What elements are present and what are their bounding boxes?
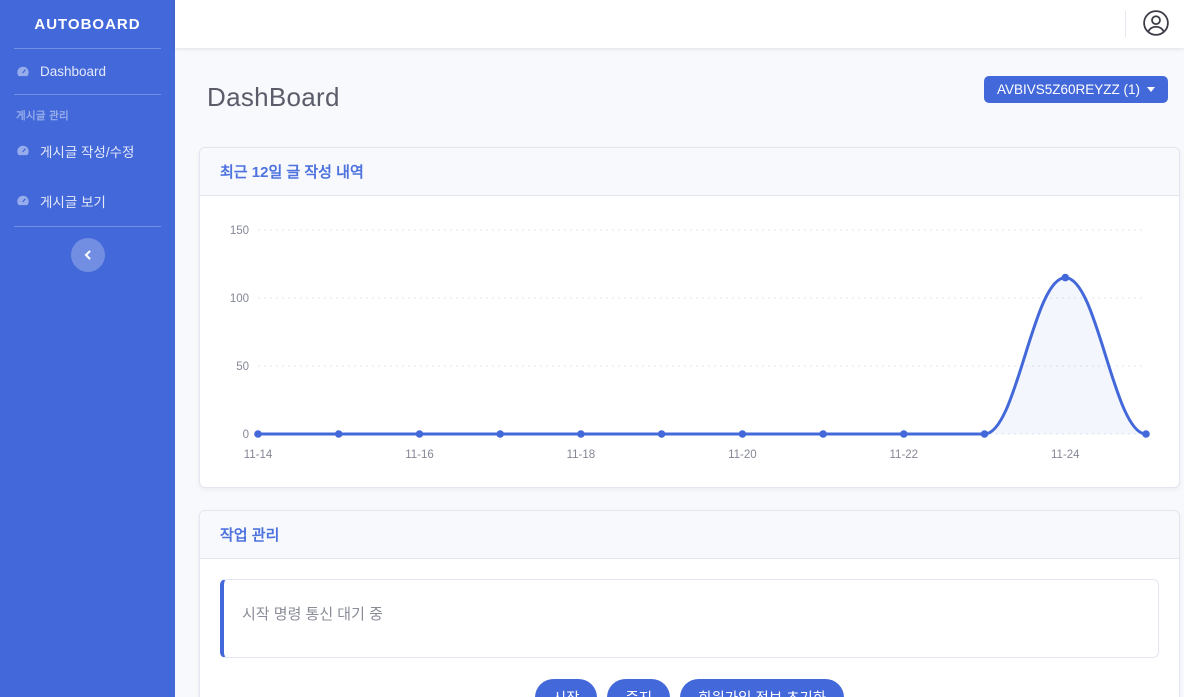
job-management-card: 작업 관리 시작 명령 통신 대기 중 시작 중지 회원가입 정보 초기화 [199,510,1180,697]
job-buttons-row: 시작 중지 회원가입 정보 초기화 [220,679,1159,697]
svg-text:50: 50 [236,361,249,373]
svg-text:11-24: 11-24 [1051,449,1080,461]
svg-text:11-16: 11-16 [405,449,434,461]
job-status-box: 시작 명령 통신 대기 중 [220,579,1159,658]
svg-text:11-18: 11-18 [567,449,596,461]
svg-text:0: 0 [243,429,249,441]
job-management-card-body: 시작 명령 통신 대기 중 시작 중지 회원가입 정보 초기화 [200,559,1179,697]
sidebar-item-post-edit[interactable]: 게시글 작성/수정 [0,126,175,176]
tachometer-icon [16,65,30,79]
recent-posts-card: 최근 12일 글 작성 내역 0 50 100 150 11-14 11-16 11-18 1… [199,147,1180,488]
tachometer-icon [16,194,30,208]
recent-posts-card-body: 0 50 100 150 11-14 11-16 11-18 11-20 11-22 11-24 [200,196,1179,487]
svg-text:150: 150 [230,225,249,237]
recent-posts-card-title: 최근 12일 글 작성 내역 [200,148,1179,196]
sidebar-collapse-row [0,227,175,283]
main-column: DashBoard AVBIVS5Z60REYZZ (1) 최근 12일 글 작… [175,0,1184,697]
sidebar-section-heading: 게시글 관리 [0,95,175,126]
start-button[interactable]: 시작 [535,679,598,697]
account-dropdown-button[interactable]: AVBIVS5Z60REYZZ (1) [984,76,1168,103]
sidebar-collapse-button[interactable] [71,238,105,272]
svg-text:11-22: 11-22 [890,449,919,461]
caret-down-icon [1147,87,1155,92]
user-circle-icon [1142,9,1170,40]
reset-signup-info-button[interactable]: 회원가입 정보 초기화 [680,679,844,697]
job-status-text: 시작 명령 통신 대기 중 [242,606,383,623]
posts-line-chart: 0 50 100 150 11-14 11-16 11-18 11-20 11-22 11-24 [212,210,1167,477]
topbar [175,0,1184,48]
job-management-card-title: 작업 관리 [200,511,1179,559]
page-title: DashBoard [207,82,340,113]
svg-text:11-20: 11-20 [728,449,757,461]
sidebar: AUTOBOARD Dashboard 게시글 관리 게시글 작성/수정 [0,0,175,697]
svg-text:100: 100 [230,293,249,305]
sidebar-item-label: 게시글 작성/수정 [40,141,134,161]
tachometer-icon [16,144,30,158]
chevron-left-icon [83,248,93,263]
page-header-row: DashBoard AVBIVS5Z60REYZZ (1) [207,76,1168,113]
app-window: AUTOBOARD Dashboard 게시글 관리 게시글 작성/수정 [0,0,1184,697]
sidebar-item-post-view[interactable]: 게시글 보기 [0,176,175,226]
sidebar-item-label: 게시글 보기 [40,191,106,211]
account-dropdown-label: AVBIVS5Z60REYZZ (1) [997,82,1140,97]
sidebar-item-label: Dashboard [40,64,106,79]
sidebar-item-dashboard[interactable]: Dashboard [0,49,175,94]
svg-text:11-14: 11-14 [244,449,273,461]
user-menu-button[interactable] [1142,9,1170,40]
stop-button[interactable]: 중지 [607,679,670,697]
brand-logo[interactable]: AUTOBOARD [0,0,175,48]
page-content: DashBoard AVBIVS5Z60REYZZ (1) 최근 12일 글 작… [175,48,1184,697]
topbar-divider [1125,11,1126,37]
